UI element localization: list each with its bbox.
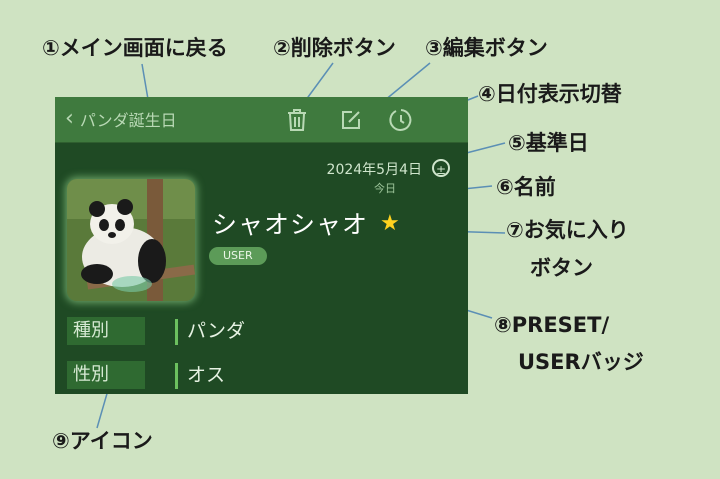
row-divider [175, 319, 178, 345]
today-label: 今日 [374, 182, 396, 195]
pet-name-row: シャオシャオ ★ [212, 205, 401, 241]
callout-favorite: ⑦お気に入り [506, 218, 629, 242]
base-date: 2024年5月4日 [326, 162, 422, 178]
sex-value: オス [187, 364, 226, 386]
back-button[interactable]: ‹ パンダ誕生日 [65, 105, 177, 133]
edit-icon [342, 111, 360, 129]
callout-back: ①メイン画面に戻る [42, 36, 228, 60]
chevron-left-icon: ‹ [65, 105, 74, 131]
callout-name: ⑥名前 [496, 175, 556, 199]
avatar-image[interactable] [67, 179, 195, 301]
date-toggle-button[interactable] [386, 105, 416, 135]
pet-name: シャオシャオ [212, 210, 369, 239]
species-value: パンダ [187, 320, 245, 342]
user-badge: USER [209, 247, 267, 265]
callout-badge-2: USERバッジ [518, 350, 644, 374]
panda-photo [67, 179, 195, 301]
star-icon[interactable]: ★ [380, 211, 401, 236]
callout-icon: ⑨アイコン [52, 429, 153, 453]
clock-icon [389, 109, 412, 131]
delete-button[interactable] [282, 105, 312, 135]
callout-edit: ③編集ボタン [425, 36, 548, 60]
callout-badge: ⑧PRESET/ [494, 313, 610, 337]
info-row-species: 種別 パンダ [67, 317, 457, 351]
callout-base-date: ⑤基準日 [508, 131, 589, 155]
plus-minus-icon[interactable]: ± [432, 159, 450, 177]
back-label: パンダ誕生日 [79, 111, 177, 130]
callout-date-toggle: ④日付表示切替 [478, 82, 622, 106]
info-row-sex: 性別 オス [67, 361, 457, 394]
detail-screen: ‹ パンダ誕生日 2024年5月4日 今日 ± シャオシャオ ★ USER 種別… [55, 97, 468, 394]
edit-button[interactable] [336, 105, 366, 135]
callout-favorite-2: ボタン [530, 256, 593, 280]
trash-icon [288, 109, 306, 131]
row-divider [175, 363, 178, 389]
callout-delete: ②削除ボタン [273, 36, 396, 60]
top-bar: ‹ パンダ誕生日 [55, 97, 468, 143]
sex-key: 性別 [67, 361, 145, 389]
species-key: 種別 [67, 317, 145, 345]
